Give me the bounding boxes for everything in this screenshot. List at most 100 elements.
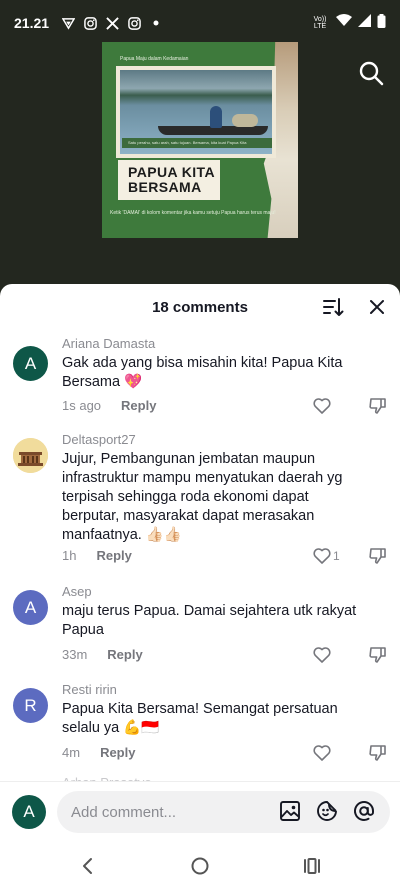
home-button[interactable] <box>189 855 211 877</box>
dot-icon <box>149 16 163 30</box>
comment-meta: 1h Reply <box>62 548 132 563</box>
comment-meta: 33m Reply <box>62 647 143 662</box>
current-user-avatar: A <box>12 795 46 829</box>
video-player[interactable]: Papua Maju dalam Kedamaian Satu perahu, … <box>0 42 400 284</box>
comment-item: Deltasport27 Jujur, Pembangunan jembatan… <box>0 432 400 572</box>
thumbnail-top-text: Papua Maju dalam Kedamaian <box>120 56 189 62</box>
search-icon <box>359 61 384 86</box>
status-system-icons: Vo)) LTE <box>310 13 386 33</box>
like-button[interactable] <box>312 743 332 763</box>
comments-sheet: 18 comments A Ariana Damasta Gak ada yan… <box>0 284 400 889</box>
dislike-button[interactable] <box>368 743 388 763</box>
comment-time: 1h <box>62 548 77 563</box>
dislike-button[interactable] <box>368 645 388 665</box>
dislike-button[interactable] <box>368 546 388 566</box>
system-navigation-bar <box>0 845 400 889</box>
dislike-button[interactable] <box>368 396 388 416</box>
like-button[interactable] <box>312 396 332 416</box>
comment-text: Jujur, Pembangunan jembatan maupun infra… <box>62 451 343 543</box>
commenter-avatar[interactable]: A <box>13 590 48 625</box>
x-icon <box>105 16 119 30</box>
heart-icon <box>313 398 331 414</box>
back-button[interactable] <box>77 855 99 877</box>
cargo-shape <box>232 114 258 127</box>
comment-time: 1s ago <box>62 398 102 413</box>
vpn-icon <box>61 16 75 30</box>
battery-icon <box>377 13 386 33</box>
instagram-icon <box>83 16 97 30</box>
emoji-sticker-button[interactable] <box>315 799 339 823</box>
like-count: 1 <box>333 549 340 563</box>
close-icon <box>370 300 384 314</box>
boatman-shape <box>210 106 222 128</box>
status-notification-icons <box>61 16 163 30</box>
network-type-label: Vo)) LTE <box>313 16 327 30</box>
commenter-name[interactable]: Deltasport27 <box>62 432 136 447</box>
add-comment-input[interactable]: Add comment... <box>57 791 390 833</box>
thumbnail-headline: PAPUA KITA BERSAMA <box>118 160 220 200</box>
home-circle-icon <box>191 857 209 875</box>
avatar-letter: A <box>23 802 35 821</box>
wifi-icon <box>336 14 352 32</box>
reply-button[interactable]: Reply <box>96 548 131 563</box>
reply-button[interactable]: Reply <box>100 745 135 760</box>
status-bar: 21.21 Vo)) LTE <box>0 0 400 46</box>
like-button[interactable] <box>312 645 332 665</box>
like-button[interactable] <box>312 546 332 566</box>
photo-caption: Satu perahu, satu arah, satu tujuan. Ber… <box>122 138 272 148</box>
signal-icon <box>358 14 371 32</box>
comment-text: Papua Kita Bersama! Semangat persatuan s… <box>62 701 338 736</box>
commenter-name[interactable]: Asep <box>62 584 92 599</box>
headline-line-1: PAPUA KITA <box>128 164 215 180</box>
image-icon <box>280 801 300 821</box>
sort-icon <box>323 298 344 316</box>
thumbs-down-icon <box>369 398 386 414</box>
image-attach-button[interactable] <box>278 799 302 823</box>
heart-icon <box>313 647 331 663</box>
video-thumbnail[interactable]: Papua Maju dalam Kedamaian Satu perahu, … <box>102 42 298 238</box>
reply-button[interactable]: Reply <box>107 647 142 662</box>
recent-apps-button[interactable] <box>301 855 323 877</box>
commenter-avatar[interactable] <box>13 438 48 473</box>
chevron-left-icon <box>83 858 92 874</box>
comment-time: 4m <box>62 745 81 760</box>
avatar-letter: R <box>24 695 37 715</box>
comment-item: R Resti ririn Papua Kita Bersama! Semang… <box>0 682 400 768</box>
comment-time: 33m <box>62 647 88 662</box>
comment-meta: 4m Reply <box>62 745 135 760</box>
comment-meta: 1s ago Reply <box>62 398 156 413</box>
sort-comments-button[interactable] <box>322 296 344 318</box>
reply-button[interactable]: Reply <box>121 398 156 413</box>
close-comments-button[interactable] <box>366 296 388 318</box>
commenter-avatar[interactable]: R <box>13 688 48 723</box>
avatar-letter: A <box>24 353 37 373</box>
comment-item: A Asep maju terus Papua. Damai sejahtera… <box>0 584 400 670</box>
comments-header: 18 comments <box>0 284 400 330</box>
avatar-letter: A <box>24 597 37 617</box>
comment-text: maju terus Papua. Damai sejahtera utk ra… <box>62 603 357 638</box>
monument-avatar-image <box>13 438 48 473</box>
thumbnail-bottom-text: Ketik 'DAMAI' di kolom komentar jika kam… <box>110 210 276 216</box>
status-time: 21.21 <box>14 15 50 31</box>
at-sign-icon <box>354 801 374 821</box>
comments-count-title: 18 comments <box>152 298 248 316</box>
comment-list[interactable]: A Ariana Damasta Gak ada yang bisa misah… <box>0 330 400 781</box>
thumbs-down-icon <box>369 548 386 564</box>
heart-icon <box>313 745 331 761</box>
headline-line-2: BERSAMA <box>128 179 202 195</box>
add-comment-placeholder: Add comment... <box>71 803 177 821</box>
comment-input-bar: A Add comment... <box>0 781 400 845</box>
comment-item: A Ariana Damasta Gak ada yang bisa misah… <box>0 336 400 420</box>
commenter-name[interactable]: Resti ririn <box>62 682 117 697</box>
commenter-avatar[interactable]: A <box>13 346 48 381</box>
thumbs-down-icon <box>369 745 386 761</box>
recents-icon <box>304 858 320 874</box>
commenter-name[interactable]: Ariana Damasta <box>62 336 155 351</box>
emoji-icon <box>317 801 337 821</box>
mention-button[interactable] <box>352 799 376 823</box>
heart-icon <box>313 548 331 564</box>
thumbs-down-icon <box>369 647 386 663</box>
comment-text: Gak ada yang bisa misahin kita! Papua Ki… <box>62 355 343 390</box>
search-button[interactable] <box>358 60 384 86</box>
instagram-icon <box>127 16 141 30</box>
